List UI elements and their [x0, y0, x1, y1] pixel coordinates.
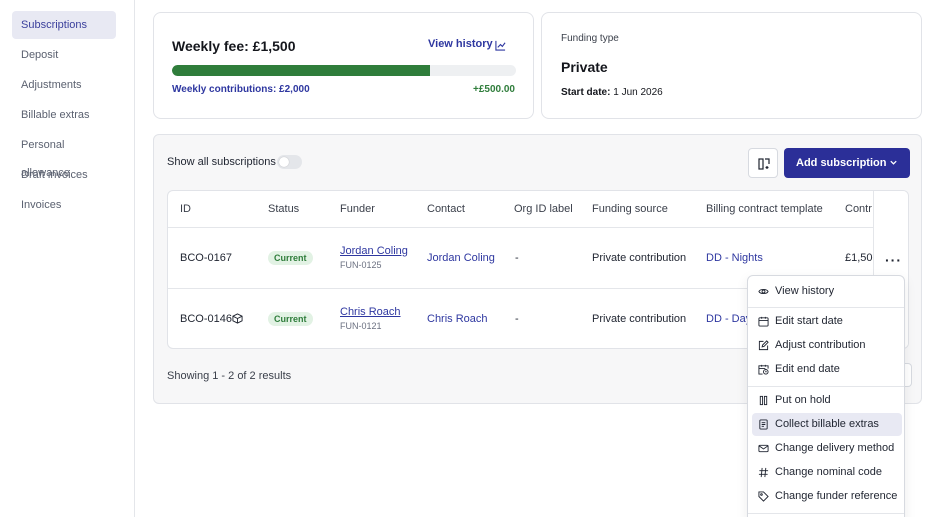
show-all-toggle[interactable]: [277, 155, 302, 169]
mail-icon: [758, 444, 769, 453]
menu-item-edit-start-date[interactable]: Edit start date: [752, 310, 902, 333]
menu-item-change-nominal-code[interactable]: Change nominal code: [752, 461, 902, 484]
column-header-funding-source[interactable]: Funding source: [592, 203, 668, 215]
contribution-delta: +£500.00: [473, 84, 515, 95]
sidebar-item-invoices[interactable]: Invoices: [12, 191, 116, 219]
menu-item-adjust-contribution[interactable]: Adjust contribution: [752, 334, 902, 357]
hash-icon: [758, 467, 769, 478]
start-date: Start date: 1 Jun 2026: [561, 87, 663, 98]
menu-item-edit-end-date[interactable]: Edit end date: [752, 358, 902, 381]
sidebar-item-deposit[interactable]: Deposit: [12, 41, 116, 69]
cell-org-id: -: [515, 313, 519, 325]
menu-item-label: Put on hold: [775, 394, 831, 406]
weekly-fee-card: Weekly fee: £1,500 View history Weekly c…: [153, 12, 534, 119]
sidebar-item-draft-invoices[interactable]: Draft invoices: [12, 161, 116, 189]
columns-icon: [758, 158, 770, 170]
funder-id: FUN-0121: [340, 321, 382, 331]
column-header-billing-template[interactable]: Billing contract template: [706, 203, 823, 215]
calendar-clock-icon: [758, 364, 769, 375]
tag-icon: [758, 491, 769, 502]
cell-id: BCO-0167: [180, 252, 232, 264]
cell-id: BCO-0146: [180, 313, 232, 325]
receipt-icon: [759, 419, 768, 430]
column-header-status[interactable]: Status: [268, 203, 299, 215]
calendar-icon: [758, 316, 769, 327]
menu-divider: [748, 307, 904, 308]
weekly-fee-title: Weekly fee: £1,500: [172, 38, 296, 54]
package-icon: [232, 313, 243, 324]
app-page: Subscriptions Deposit Adjustments Billab…: [0, 0, 943, 517]
column-header-contribution[interactable]: Contr: [845, 203, 872, 215]
menu-item-label: View history: [775, 285, 835, 297]
header-divider: [168, 227, 908, 228]
menu-item-label: Edit end date: [775, 363, 840, 375]
show-all-label: Show all subscriptions: [167, 156, 276, 168]
billing-template-link[interactable]: DD - Nights: [706, 252, 763, 264]
results-count: Showing 1 - 2 of 2 results: [167, 370, 292, 382]
menu-item-label: Change funder reference: [775, 490, 898, 502]
column-header-org-id[interactable]: Org ID label: [514, 203, 573, 215]
sidebar-item-adjustments[interactable]: Adjustments: [12, 71, 116, 99]
contribution-progress-fill: [172, 65, 430, 76]
start-date-value: 1 Jun 2026: [613, 87, 663, 98]
menu-item-put-on-hold[interactable]: Put on hold: [752, 389, 902, 412]
column-header-id[interactable]: ID: [180, 203, 191, 215]
pause-icon: [759, 395, 768, 406]
menu-item-label: Collect billable extras: [775, 418, 879, 430]
menu-item-label: Change nominal code: [775, 466, 883, 478]
sidebar-item-subscriptions[interactable]: Subscriptions: [12, 11, 116, 39]
columns-button[interactable]: [748, 148, 778, 178]
add-subscription-label: Add subscription: [796, 157, 887, 169]
start-date-label: Start date:: [561, 87, 611, 98]
menu-divider: [748, 386, 904, 387]
contact-link[interactable]: Jordan Coling: [427, 252, 495, 264]
menu-item-label: Adjust contribution: [775, 339, 866, 351]
column-header-funder[interactable]: Funder: [340, 203, 375, 215]
funding-type-label: Funding type: [561, 33, 619, 44]
menu-divider: [748, 513, 904, 514]
sidebar-item-personal-allowance[interactable]: Personal allowance: [12, 131, 116, 179]
menu-item-label: Edit start date: [775, 315, 843, 327]
view-history-link[interactable]: View history: [428, 38, 493, 50]
contribution-progress-bar: [172, 65, 516, 76]
menu-item-change-funder-reference[interactable]: Change funder reference: [752, 485, 902, 508]
edit-icon: [758, 340, 769, 351]
menu-item-label: Change delivery method: [775, 442, 895, 454]
menu-item-change-delivery-method[interactable]: Change delivery method: [752, 437, 902, 460]
status-badge: Current: [268, 312, 313, 326]
weekly-contributions: Weekly contributions: £2,000: [172, 84, 310, 95]
sidebar: Subscriptions Deposit Adjustments Billab…: [0, 0, 135, 517]
cell-funding-source: Private contribution: [592, 313, 687, 325]
row-actions-button[interactable]: ···: [885, 252, 902, 268]
funding-type-card: Funding type Private Start date: 1 Jun 2…: [541, 12, 922, 119]
eye-icon: [758, 288, 769, 295]
funder-id: FUN-0125: [340, 260, 382, 270]
column-header-contact[interactable]: Contact: [427, 203, 465, 215]
funding-type-value: Private: [561, 59, 608, 75]
menu-item-collect-billable-extras[interactable]: Collect billable extras: [752, 413, 902, 436]
status-badge: Current: [268, 251, 313, 265]
funder-link[interactable]: Chris Roach: [340, 306, 401, 318]
add-subscription-button[interactable]: Add subscription: [784, 148, 910, 178]
chart-line-icon[interactable]: [495, 40, 506, 51]
chevron-down-icon: [890, 160, 897, 165]
contact-link[interactable]: Chris Roach: [427, 313, 488, 325]
cell-org-id: -: [515, 252, 519, 264]
toggle-knob: [279, 157, 289, 167]
cell-funding-source: Private contribution: [592, 252, 687, 264]
sidebar-item-billable-extras[interactable]: Billable extras: [12, 101, 116, 129]
funder-link[interactable]: Jordan Coling: [340, 245, 408, 257]
menu-item-view-history[interactable]: View history: [752, 280, 902, 303]
row-actions-menu: View history Edit start date Adjust cont…: [747, 275, 905, 517]
